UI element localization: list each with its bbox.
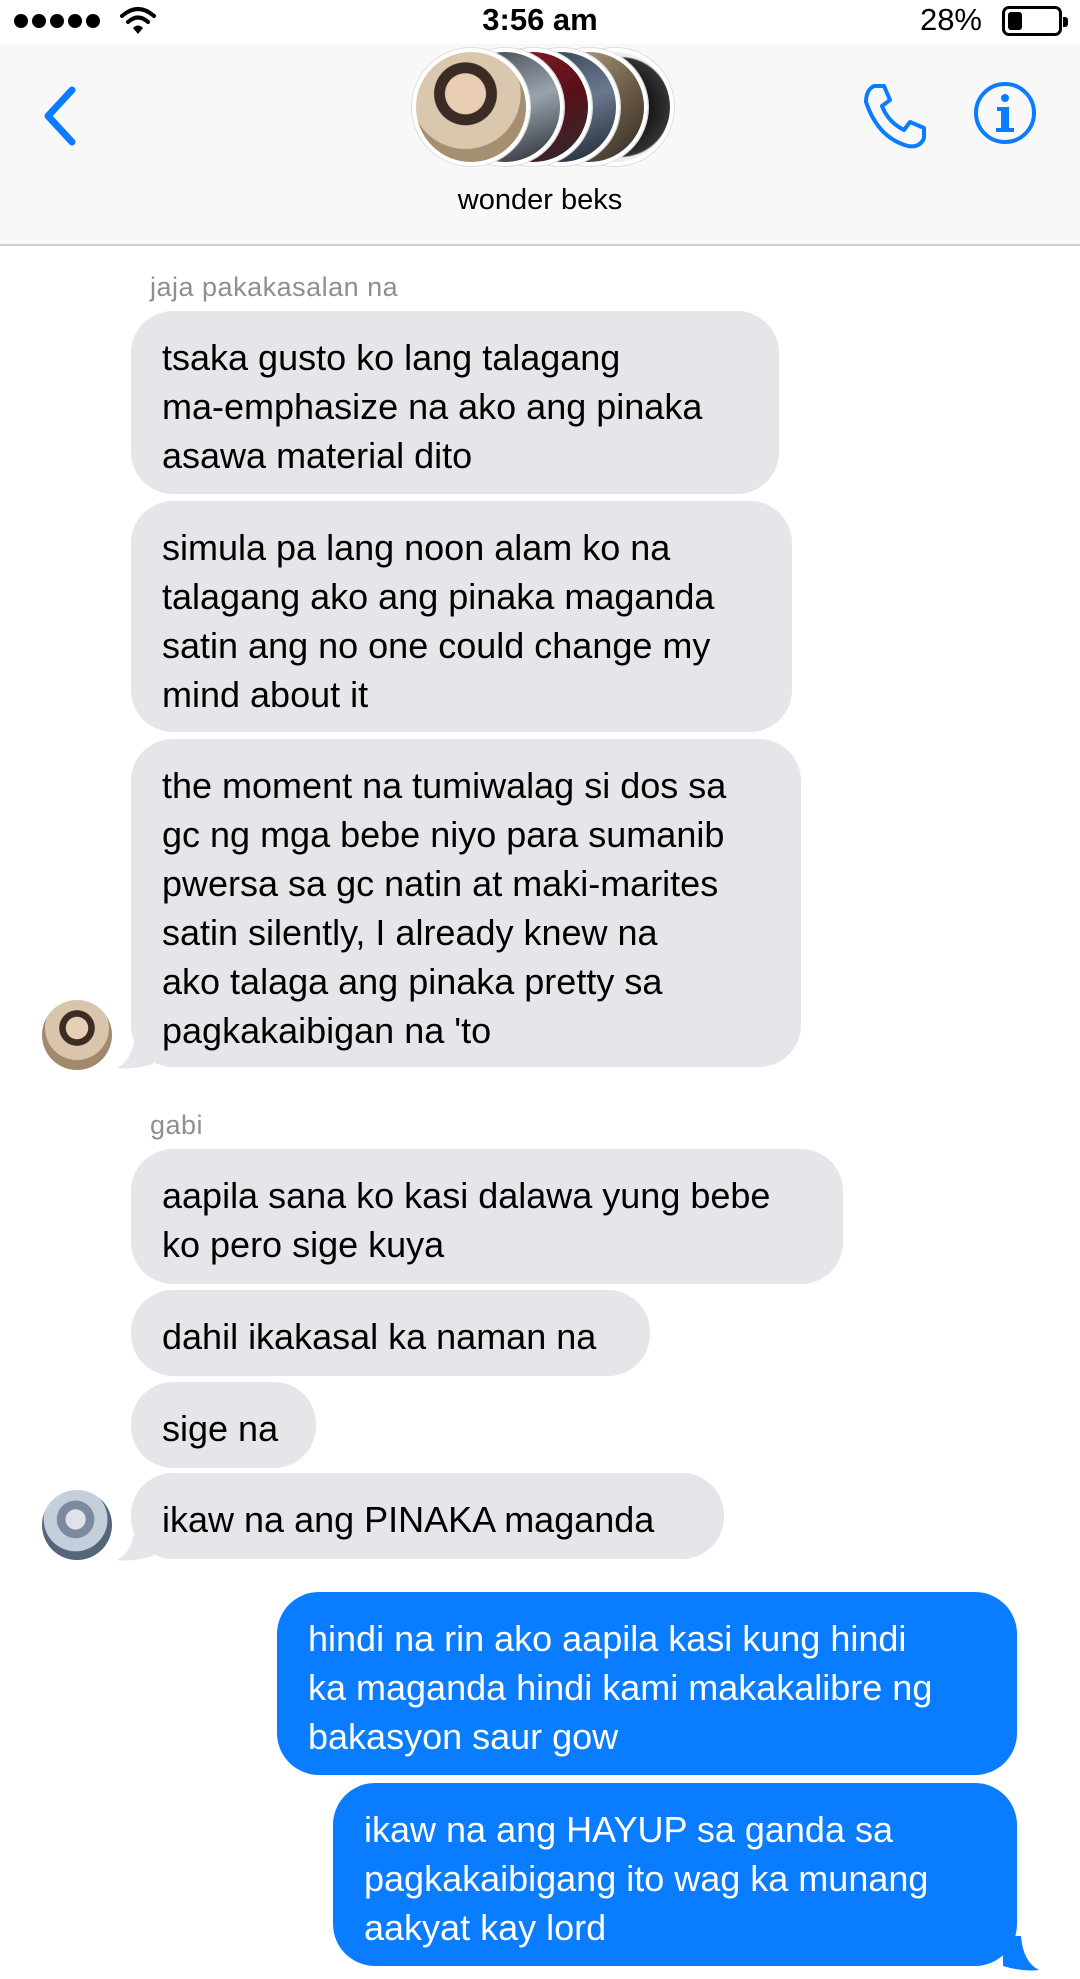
status-bar: 3:56 am 28% [0, 0, 1080, 44]
bubble-tail [117, 1034, 153, 1069]
message-bubble-incoming[interactable]: sige na [131, 1382, 316, 1468]
message-bubble-incoming[interactable]: tsaka gusto ko lang talagang ma-emphasiz… [131, 311, 779, 494]
sender-avatar[interactable] [42, 1490, 112, 1560]
message-bubble-outgoing[interactable]: hindi na rin ako aapila kasi kung hindi … [277, 1592, 1017, 1775]
sender-name: gabi [150, 1110, 204, 1140]
message-bubble-incoming[interactable]: simula pa lang noon alam ko na talagang … [131, 501, 792, 732]
chevron-left-icon [44, 86, 76, 146]
back-button[interactable] [36, 76, 84, 156]
sender-avatar[interactable] [42, 1000, 112, 1070]
battery-percent: 28% [919, 2, 982, 37]
group-member-avatar [412, 48, 530, 166]
message-bubble-incoming[interactable]: the moment na tumiwalag si dos sa gc ng … [131, 739, 801, 1067]
battery-icon [1002, 6, 1068, 36]
bubble-tail [117, 1526, 153, 1561]
info-button[interactable] [972, 80, 1038, 146]
bubble-tail [1003, 1936, 1039, 1971]
message-bubble-outgoing[interactable]: ikaw na ang HAYUP sa ganda sa pagkakaibi… [333, 1783, 1017, 1966]
conversation-header: wonder beks [0, 44, 1080, 246]
message-bubble-incoming[interactable]: ikaw na ang PINAKA maganda [131, 1473, 724, 1559]
group-avatar-stack[interactable] [412, 48, 674, 166]
phone-icon [864, 84, 926, 149]
info-icon [974, 82, 1036, 144]
message-bubble-incoming[interactable]: aapila sana ko kasi dalawa yung bebe ko … [131, 1149, 843, 1284]
message-bubble-incoming[interactable]: dahil ikakasal ka naman na [131, 1290, 650, 1376]
group-name[interactable]: wonder beks [0, 184, 1080, 217]
status-time: 3:56 am [482, 2, 598, 37]
call-button[interactable] [860, 80, 930, 152]
sender-name: jaja pakakasalan na [150, 272, 399, 302]
